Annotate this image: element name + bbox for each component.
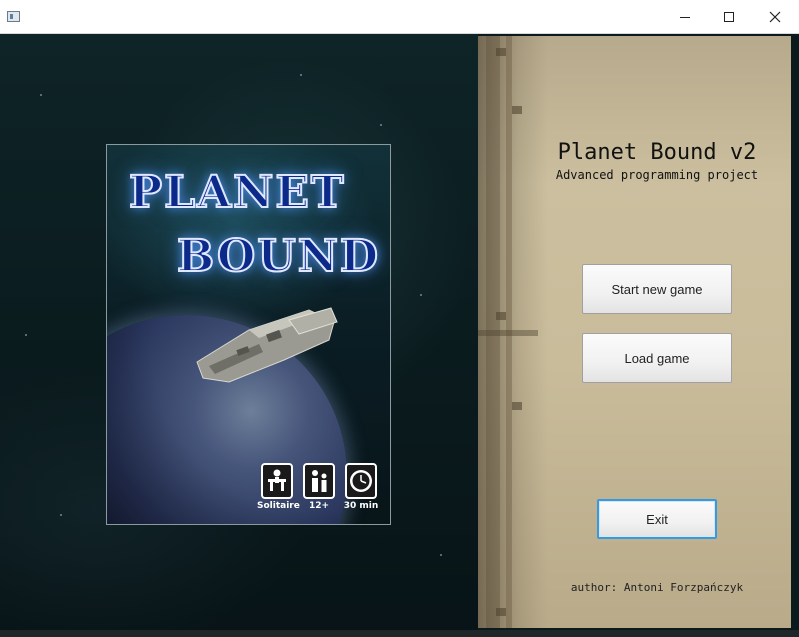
minimize-icon <box>680 16 690 18</box>
maximize-button[interactable] <box>706 0 752 34</box>
maximize-icon <box>724 12 734 22</box>
spaceship-graphic <box>196 307 338 383</box>
window-bottom-edge <box>0 630 799 637</box>
close-button[interactable] <box>752 0 798 34</box>
author-credit: author: Antoni Forzpańczyk <box>570 581 744 594</box>
close-icon <box>769 11 781 23</box>
minimize-button[interactable] <box>662 0 708 34</box>
clock-icon <box>350 470 372 492</box>
window-title-bar <box>0 0 799 34</box>
age-label: 12+ <box>308 501 330 511</box>
age-badge <box>303 463 335 499</box>
solitaire-label: Solitaire <box>257 501 300 511</box>
cover-logo-bound: BOUND <box>176 230 381 283</box>
time-label: 30 min <box>343 501 379 511</box>
game-cover-image: PLANET BOUND Solitaire 12+ 30 min <box>106 144 391 525</box>
age-icon <box>312 470 327 492</box>
app-subtitle: Advanced programming project <box>555 168 759 182</box>
start-new-game-button[interactable]: Start new game <box>582 264 732 314</box>
solitaire-icon <box>268 469 286 491</box>
cover-logo-planet: PLANET <box>128 166 346 219</box>
exit-button[interactable]: Exit <box>597 499 717 539</box>
solitaire-badge <box>261 463 293 499</box>
app-window-icon <box>7 11 20 22</box>
time-badge <box>345 463 377 499</box>
load-game-button[interactable]: Load game <box>582 333 732 383</box>
main-menu-panel: Planet Bound v2 Advanced programming pro… <box>478 36 791 628</box>
app-title: Planet Bound v2 <box>557 140 757 165</box>
